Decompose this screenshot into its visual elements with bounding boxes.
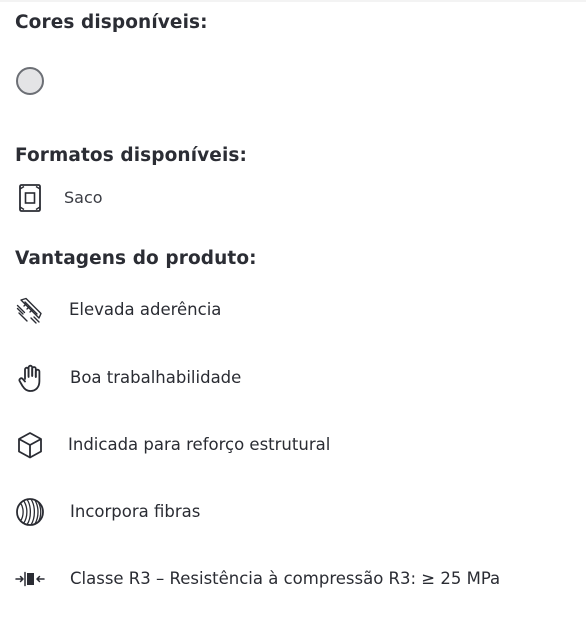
format-label: Saco — [64, 188, 103, 207]
format-item-saco: Saco — [15, 181, 103, 215]
compression-icon — [15, 564, 45, 594]
cube-icon — [15, 430, 45, 460]
advantage-label: Incorpora fibras — [70, 502, 201, 521]
product-specs-panel: Cores disponíveis: Formatos disponíveis:… — [0, 0, 586, 625]
advantage-item-workability: Boa trabalhabilidade — [15, 361, 241, 395]
bag-icon — [15, 183, 45, 213]
adhesion-trowel-icon — [15, 295, 45, 325]
advantage-item-structural: Indicada para reforço estrutural — [15, 428, 330, 462]
advantages-section-title: Vantagens do produto: — [15, 248, 257, 269]
advantage-item-compression: Classe R3 – Resistência à compressão R3:… — [15, 562, 500, 596]
advantage-label: Elevada aderência — [69, 300, 222, 319]
fibers-icon — [15, 497, 45, 527]
formats-section-title: Formatos disponíveis: — [15, 145, 248, 166]
advantage-item-adhesion: Elevada aderência — [15, 293, 221, 327]
advantage-label: Boa trabalhabilidade — [70, 368, 242, 387]
advantage-label: Classe R3 – Resistência à compressão R3:… — [70, 569, 501, 588]
advantage-item-fibers: Incorpora fibras — [15, 495, 200, 529]
hand-icon — [15, 363, 45, 393]
color-swatch[interactable] — [16, 67, 44, 95]
advantage-label: Indicada para reforço estrutural — [68, 435, 331, 454]
colors-section-title: Cores disponíveis: — [15, 12, 208, 33]
